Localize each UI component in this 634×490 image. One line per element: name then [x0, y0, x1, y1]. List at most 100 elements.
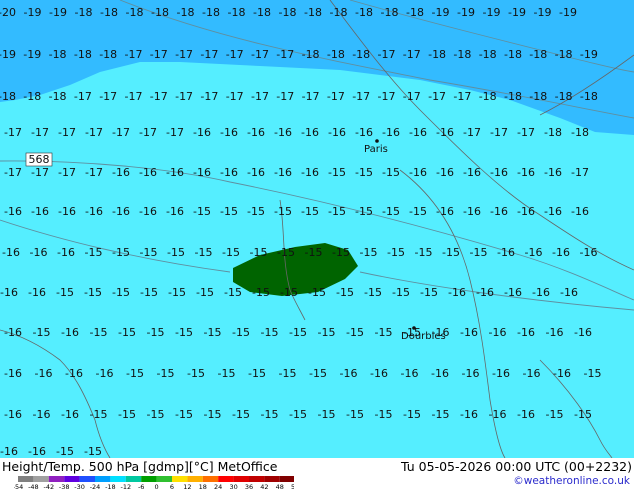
legend-tick-label: -24	[90, 483, 101, 490]
legend-tick-label: 54	[291, 483, 294, 490]
temperature-label: -15	[220, 205, 238, 218]
temperature-label: -15	[442, 246, 460, 259]
temperature-label: -19	[559, 6, 577, 19]
temperature-label: -15	[301, 205, 319, 218]
copyright-link[interactable]: ©weatheronline.co.uk	[513, 475, 630, 487]
temperature-label: -16	[4, 205, 22, 218]
temperature-label: -15	[187, 367, 205, 380]
temperature-label: -15	[140, 286, 158, 299]
temperature-label: -16	[4, 367, 22, 380]
temperature-label: -15	[118, 408, 136, 421]
temperature-label: -17	[125, 48, 143, 61]
temperature-label: -16	[552, 246, 570, 259]
temperature-label: -16	[274, 126, 292, 139]
temperature-label: -16	[4, 408, 22, 421]
temperature-label: -15	[318, 326, 336, 339]
temperature-label: -17	[175, 48, 193, 61]
temperature-label: -15	[195, 246, 213, 259]
temperature-label: -16	[166, 205, 184, 218]
legend-tick-label: -38	[59, 483, 70, 490]
temperature-label: -15	[118, 326, 136, 339]
temperature-label: -16	[301, 166, 319, 179]
legend-tick-label: -18	[105, 483, 116, 490]
temperature-label: -16	[517, 205, 535, 218]
temperature-label: -15	[204, 326, 222, 339]
temperature-label: -18	[555, 90, 573, 103]
temperature-label: -16	[65, 367, 83, 380]
temperature-label: -15	[280, 286, 298, 299]
temperature-label: -18	[49, 90, 67, 103]
temperature-label: -16	[448, 286, 466, 299]
legend-swatch	[79, 476, 95, 482]
temperature-label: -16	[553, 367, 571, 380]
temperature-label: -18	[228, 6, 246, 19]
temperature-label: -15	[328, 166, 346, 179]
legend-tick-label: 6	[170, 483, 174, 490]
temperature-label: -18	[479, 90, 497, 103]
temperature-label: -16	[96, 367, 114, 380]
legend-swatch	[156, 476, 172, 482]
temperature-label: -15	[279, 367, 297, 380]
temperature-label: -15	[409, 205, 427, 218]
temperature-label: -17	[428, 90, 446, 103]
temperature-label: -17	[251, 48, 269, 61]
temperature-label: -15	[332, 246, 350, 259]
temperature-label: -15	[147, 408, 165, 421]
temperature-label: -16	[571, 205, 589, 218]
temperature-label: -17	[490, 126, 508, 139]
legend-swatch	[64, 476, 80, 482]
temperature-label: -17	[251, 90, 269, 103]
legend-swatch	[95, 476, 111, 482]
legend-swatch	[218, 476, 234, 482]
temperature-label: -16	[112, 205, 130, 218]
temperature-label: -15	[415, 246, 433, 259]
temperature-label: -15	[247, 205, 265, 218]
temperature-label: -20	[0, 6, 16, 19]
temperature-label: -15	[346, 408, 364, 421]
temperature-label: -17	[352, 90, 370, 103]
temperature-label: -16	[517, 166, 535, 179]
temperature-label: -16	[61, 408, 79, 421]
temperature-label: -15	[584, 367, 602, 380]
temperature-label: -19	[0, 48, 16, 61]
legend-tick-label: -42	[43, 483, 54, 490]
temperature-label: -17	[150, 90, 168, 103]
temperature-label: -15	[147, 326, 165, 339]
temperature-label: -18	[151, 6, 169, 19]
temperature-label: -18	[75, 6, 93, 19]
temperature-label: -16	[523, 367, 541, 380]
temperature-label: -16	[139, 205, 157, 218]
temperature-label: -16	[544, 166, 562, 179]
temperature-label: -16	[436, 126, 454, 139]
temperature-label: -16	[85, 205, 103, 218]
temperature-label: -18	[453, 48, 471, 61]
map-title: Height/Temp. 500 hPa [gdmp][°C] MetOffic…	[2, 459, 278, 474]
temperature-label: -15	[33, 326, 51, 339]
temperature-label: -17	[74, 90, 92, 103]
forecast-time: Tu 05-05-2026 00:00 UTC (00+2232)	[401, 459, 632, 474]
legend-tick-label: -6	[138, 483, 144, 490]
temperature-label: -16	[28, 445, 46, 458]
temperature-label: -16	[247, 166, 265, 179]
temperature-label: -15	[250, 246, 268, 259]
temperature-label: -15	[175, 326, 193, 339]
temperature-label: -15	[309, 367, 327, 380]
temperature-label: -17	[200, 90, 218, 103]
legend-swatch	[279, 476, 294, 482]
legend-tick-label: -54	[14, 483, 23, 490]
temperature-label: -16	[401, 367, 419, 380]
temperature-label: -15	[204, 408, 222, 421]
temperature-label: -17	[571, 166, 589, 179]
temperature-label: -16	[57, 246, 75, 259]
temperature-label: -18	[49, 48, 67, 61]
temperature-label: -15	[56, 286, 74, 299]
temperature-label: -15	[289, 408, 307, 421]
temperature-label: -16	[409, 166, 427, 179]
temperature-label: -16	[560, 286, 578, 299]
temperature-label: -19	[534, 6, 552, 19]
legend-swatch	[249, 476, 265, 482]
temperature-label: -16	[409, 126, 427, 139]
temperature-label: -15	[403, 408, 421, 421]
temperature-label: -18	[355, 6, 373, 19]
temperature-label: -19	[508, 6, 526, 19]
